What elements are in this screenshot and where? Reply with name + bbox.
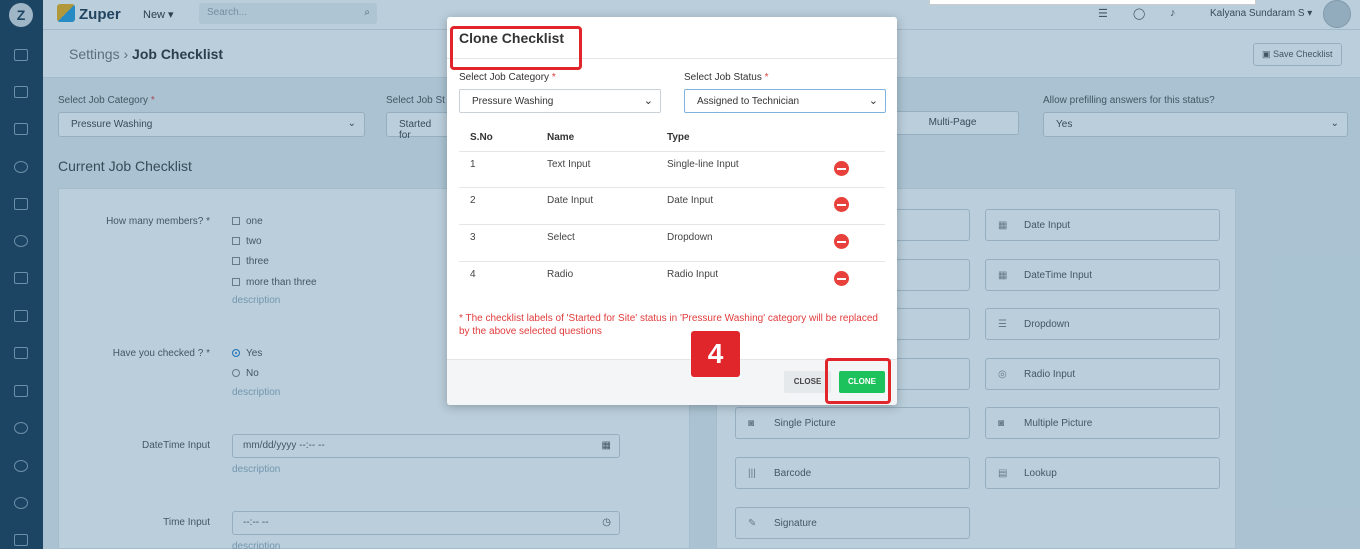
column-header-type: Type: [667, 132, 690, 143]
step-number-badge: 4: [691, 331, 740, 377]
required-mark: *: [764, 72, 769, 83]
remove-row-icon[interactable]: [834, 234, 849, 249]
required-mark: *: [551, 72, 556, 83]
remove-row-icon[interactable]: [834, 161, 849, 176]
row-sno: 1: [470, 159, 476, 170]
modal-status-value: Assigned to Technician: [697, 96, 800, 107]
row-sno: 2: [470, 195, 476, 206]
column-header-sno: S.No: [470, 132, 493, 143]
divider: [459, 151, 885, 152]
replace-warning: * The checklist labels of 'Started for S…: [459, 313, 878, 337]
popup-edge: [929, 0, 1256, 5]
modal-status-select[interactable]: Assigned to Technician ⌄: [684, 89, 886, 113]
highlight-clone-button: [825, 358, 891, 404]
modal-category-value: Pressure Washing: [472, 96, 554, 107]
row-sno: 4: [470, 269, 476, 280]
row-type: Date Input: [667, 195, 714, 206]
modal-status-label: Select Job Status *: [684, 72, 769, 83]
row-type: Dropdown: [667, 232, 713, 243]
row-type: Radio Input: [667, 269, 719, 280]
chevron-down-icon: ⌄: [868, 95, 878, 107]
modal-category-label: Select Job Category *: [459, 72, 556, 83]
remove-row-icon[interactable]: [834, 271, 849, 286]
highlight-modal-title: [450, 26, 582, 70]
column-header-name: Name: [547, 132, 575, 143]
chevron-down-icon: ⌄: [643, 95, 653, 107]
modal-status-text: Select Job Status: [684, 72, 762, 83]
modal-category-select[interactable]: Pressure Washing ⌄: [459, 89, 661, 113]
row-name: Select: [547, 232, 575, 243]
row-sno: 3: [470, 232, 476, 243]
row-name: Radio: [547, 269, 574, 280]
close-button[interactable]: CLOSE: [784, 371, 831, 393]
divider: [459, 187, 885, 188]
row-type: Single-line Input: [667, 159, 739, 170]
divider: [459, 261, 885, 262]
modal-category-text: Select Job Category: [459, 72, 550, 83]
row-name: Text Input: [547, 159, 591, 170]
remove-row-icon[interactable]: [834, 197, 849, 212]
row-name: Date Input: [547, 195, 594, 206]
divider: [459, 224, 885, 225]
clone-checklist-modal: Clone Checklist Select Job Category * Pr…: [447, 17, 897, 405]
